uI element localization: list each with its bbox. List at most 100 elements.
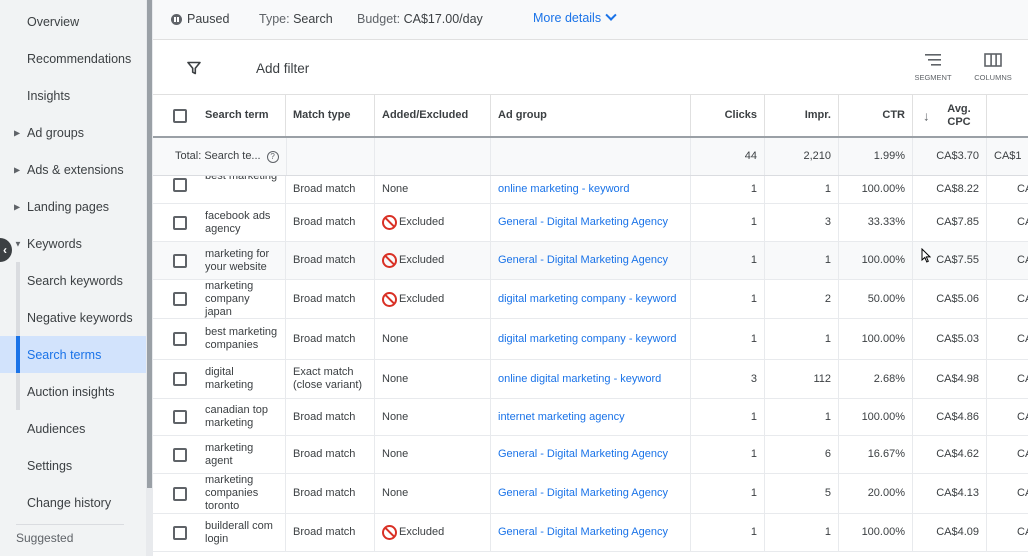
header-ctr[interactable]: CTR bbox=[839, 95, 913, 136]
avg-cpc-cell: CA$5.06 bbox=[913, 280, 987, 318]
total-ctr: 1.99% bbox=[839, 138, 913, 175]
search-term: marketing company japan bbox=[205, 279, 254, 318]
help-icon[interactable]: ? bbox=[266, 150, 279, 163]
ad-group-link[interactable]: General - Digital Marketing Agency bbox=[498, 216, 668, 229]
sidebar-item-ad-groups[interactable]: ▶ Ad groups bbox=[0, 114, 146, 151]
table-row[interactable]: builderall com login Broad match Excluded G… bbox=[153, 514, 1028, 552]
total-status-cell bbox=[375, 138, 491, 175]
row-checkbox[interactable] bbox=[173, 178, 187, 192]
total-adgroup-cell bbox=[491, 138, 691, 175]
next-column-cell: CA$ bbox=[1017, 372, 1028, 385]
ctr-cell: 100.00% bbox=[839, 514, 913, 551]
row-checkbox[interactable] bbox=[173, 372, 187, 386]
header-added-excluded[interactable]: Added/Excluded bbox=[375, 95, 491, 136]
ad-group-link[interactable]: General - Digital Marketing Agency bbox=[498, 254, 668, 267]
row-checkbox[interactable] bbox=[173, 332, 187, 346]
total-row: Total: Search te... ? 44 2,210 1.99% CA$… bbox=[153, 138, 1028, 176]
sidebar-item-change-history[interactable]: Change history bbox=[0, 484, 146, 521]
sidebar-item-settings[interactable]: Settings bbox=[0, 447, 146, 484]
status-cell: None bbox=[375, 474, 491, 513]
header-impr[interactable]: Impr. bbox=[765, 95, 839, 136]
mouse-cursor-icon bbox=[921, 248, 931, 263]
status-cell: Excluded bbox=[375, 242, 491, 279]
row-checkbox[interactable] bbox=[173, 410, 187, 424]
total-label: Total: Search te... ? bbox=[153, 138, 286, 175]
search-term: marketing companies toronto bbox=[205, 474, 259, 512]
select-all-checkbox[interactable] bbox=[173, 108, 187, 123]
next-column-cell: CA bbox=[1017, 254, 1028, 266]
table-row[interactable]: canadian top marketing Broad match None int… bbox=[153, 399, 1028, 436]
table-row[interactable]: marketing agent Broad match None General - … bbox=[153, 436, 1028, 474]
ad-group-link[interactable]: online marketing - keyword bbox=[498, 183, 629, 196]
sidebar-item-insights[interactable]: Insights bbox=[0, 77, 146, 114]
ctr-cell: 100.00% bbox=[839, 319, 913, 359]
clicks-cell: 1 bbox=[691, 176, 765, 203]
row-checkbox[interactable] bbox=[173, 215, 187, 230]
row-checkbox[interactable] bbox=[173, 525, 187, 540]
sidebar-nav: Overview Recommendations Insights ▶ Ad gr… bbox=[0, 0, 146, 556]
ad-group-cell: online digital marketing - keyword bbox=[491, 360, 691, 398]
ad-group-link[interactable]: General - Digital Marketing Agency bbox=[498, 487, 668, 500]
sidebar-scrollbar[interactable] bbox=[146, 0, 153, 556]
table-row[interactable]: digital marketing Exact match (close vari… bbox=[153, 360, 1028, 399]
ad-group-link[interactable]: digital marketing company - keyword bbox=[498, 333, 677, 346]
row-checkbox[interactable] bbox=[173, 486, 187, 501]
avg-cpc-cell: CA$8.22 bbox=[913, 176, 987, 203]
filter-icon[interactable] bbox=[187, 61, 201, 75]
table-row[interactable]: facebook ads agency Broad match Excluded Ge… bbox=[153, 204, 1028, 242]
sidebar-item-auction-insights[interactable]: Auction insights bbox=[0, 373, 146, 410]
ad-group-cell: digital marketing company - keyword bbox=[491, 319, 691, 359]
header-avg-cpc[interactable]: ↓ Avg. CPC bbox=[913, 95, 987, 136]
search-term-cell: marketing companies toronto bbox=[153, 474, 286, 513]
table-row[interactable]: marketing companies toronto Broad match No… bbox=[153, 474, 1028, 514]
ad-group-link[interactable]: digital marketing company - keyword bbox=[498, 293, 677, 306]
table-row[interactable]: best marketing companies Broad match None d… bbox=[153, 319, 1028, 360]
ad-group-link[interactable]: General - Digital Marketing Agency bbox=[498, 526, 668, 539]
row-checkbox[interactable] bbox=[173, 253, 187, 268]
search-term-cell: best marketing bbox=[153, 176, 286, 203]
sidebar-item-ads-extensions[interactable]: ▶ Ads & extensions bbox=[0, 151, 146, 188]
match-type-cell: Broad match bbox=[286, 399, 375, 435]
segment-icon bbox=[925, 54, 941, 66]
sidebar-item-keywords[interactable]: ▼ Keywords bbox=[0, 225, 146, 262]
table-row[interactable]: marketing for your website Broad match Exc… bbox=[153, 242, 1028, 280]
sidebar-item-negative-keywords[interactable]: Negative keywords bbox=[0, 299, 146, 336]
impr-cell: 1 bbox=[765, 514, 839, 551]
sidebar-item-landing-pages[interactable]: ▶ Landing pages bbox=[0, 188, 146, 225]
table-row[interactable]: best marketing Broad match None online mark… bbox=[153, 176, 1028, 204]
ad-group-link[interactable]: online digital marketing - keyword bbox=[498, 373, 661, 386]
sidebar-item-audiences[interactable]: Audiences bbox=[0, 410, 146, 447]
scrollbar-thumb[interactable] bbox=[147, 0, 152, 488]
row-checkbox[interactable] bbox=[173, 292, 187, 306]
status-cell: None bbox=[375, 319, 491, 359]
match-type-cell: Broad match bbox=[286, 204, 375, 241]
avg-cpc-cell: CA$4.09 bbox=[913, 514, 987, 551]
add-filter-button[interactable]: Add filter bbox=[256, 61, 309, 76]
segment-button[interactable]: SEGMENT bbox=[911, 53, 955, 82]
ctr-cell: 2.68% bbox=[839, 360, 913, 398]
header-clicks[interactable]: Clicks bbox=[691, 95, 765, 136]
header-match-type[interactable]: Match type bbox=[286, 95, 375, 136]
sidebar-item-overview[interactable]: Overview bbox=[0, 3, 146, 40]
header-search-term[interactable]: Search term bbox=[153, 95, 286, 136]
avg-cpc-cell: CA$7.85 bbox=[913, 204, 987, 241]
excluded-icon bbox=[382, 215, 397, 230]
sidebar-item-search-terms[interactable]: Search terms bbox=[0, 336, 146, 373]
caret-down-icon: ▼ bbox=[14, 239, 22, 248]
ad-group-link[interactable]: General - Digital Marketing Agency bbox=[498, 448, 668, 461]
ad-group-link[interactable]: internet marketing agency bbox=[498, 411, 625, 424]
more-details-button[interactable]: More details bbox=[533, 9, 617, 25]
header-ad-group[interactable]: Ad group bbox=[491, 95, 691, 136]
ad-group-cell: digital marketing company - keyword bbox=[491, 280, 691, 318]
sidebar-item-search-keywords[interactable]: Search keywords bbox=[0, 262, 146, 299]
columns-button[interactable]: COLUMNS bbox=[971, 53, 1015, 82]
total-clicks: 44 bbox=[691, 138, 765, 175]
next-column-cell: CA bbox=[1017, 332, 1028, 345]
clicks-cell: 1 bbox=[691, 436, 765, 473]
row-checkbox[interactable] bbox=[173, 447, 187, 462]
caret-right-icon: ▶ bbox=[14, 128, 21, 137]
sidebar-item-recommendations[interactable]: Recommendations bbox=[0, 40, 146, 77]
campaign-status-bar: Paused Type: Search Budget: CA$17.00/day… bbox=[153, 0, 1028, 40]
table-row[interactable]: marketing company japan Broad match Exclud… bbox=[153, 280, 1028, 319]
search-term: best marketing companies bbox=[205, 326, 278, 351]
